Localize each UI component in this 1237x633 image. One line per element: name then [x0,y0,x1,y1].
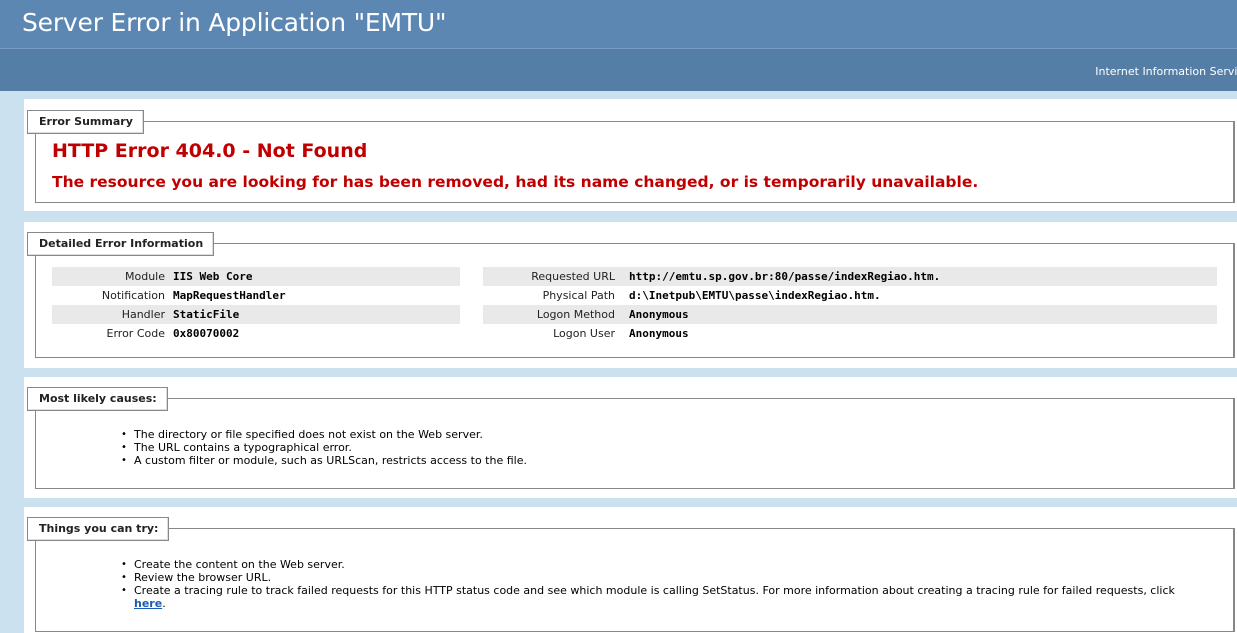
detail-key: Logon User [553,327,615,340]
detailed-error-legend: Detailed Error Information [27,232,215,256]
detail-key: Physical Path [542,289,615,302]
detail-row-handler: Handler StaticFile [52,305,460,324]
error-summary-legend: Error Summary [27,110,144,134]
detail-key: Module [125,270,165,283]
causes-list: The directory or file specified does not… [121,428,527,467]
detail-value: IIS Web Core [173,270,253,283]
list-item: Create the content on the Web server. [121,558,1175,571]
causes-panel: Most likely causes: The directory or fil… [24,377,1237,498]
list-item: Review the browser URL. [121,571,1175,584]
detail-row-module: Module IIS Web Core [52,267,460,286]
page-header: Server Error in Application "EMTU" [0,0,1237,48]
causes-legend: Most likely causes: [27,387,168,411]
detail-value: Anonymous [629,308,689,321]
detail-row-requested-url: Requested URL http://emtu.sp.gov.br:80/p… [483,267,1217,286]
detail-value: Anonymous [629,327,689,340]
detail-value: 0x80070002 [173,327,240,340]
detail-value: StaticFile [173,308,240,321]
try-panel: Things you can try: Create the content o… [24,507,1237,633]
detailed-error-panel: Detailed Error Information Module IIS We… [24,222,1237,368]
server-name: Internet Information Services 7.5 [1095,65,1237,78]
list-item: Create a tracing rule to track failed re… [121,584,1175,610]
detail-row-error-code: Error Code 0x80070002 [52,324,460,343]
list-item: The directory or file specified does not… [121,428,527,441]
try-list: Create the content on the Web server. Re… [121,558,1175,610]
page-title: Server Error in Application "EMTU" [22,8,447,37]
detail-value: MapRequestHandler [173,289,286,302]
detail-key: Handler [121,308,165,321]
detail-key: Requested URL [531,270,615,283]
error-message: The resource you are looking for has bee… [52,173,979,191]
detail-row-logon-user: Logon User Anonymous [483,324,1217,343]
detail-row-notification: Notification MapRequestHandler [52,286,460,305]
list-item: A custom filter or module, such as URLSc… [121,454,527,467]
link-suffix: . [162,597,166,610]
page-subheader: Internet Information Services 7.5 [0,48,1237,91]
try-legend: Things you can try: [27,517,170,541]
detail-value: d:\Inetpub\EMTU\passe\indexRegiao.htm. [629,289,881,302]
detail-value: http://emtu.sp.gov.br:80/passe/indexRegi… [629,270,941,283]
list-item: The URL contains a typographical error. [121,441,527,454]
detail-row-physical-path: Physical Path d:\Inetpub\EMTU\passe\inde… [483,286,1217,305]
error-title: HTTP Error 404.0 - Not Found [52,140,368,162]
error-summary-panel: Error Summary HTTP Error 404.0 - Not Fou… [24,99,1237,211]
detail-row-logon-method: Logon Method Anonymous [483,305,1217,324]
detail-key: Error Code [106,327,165,340]
here-link[interactable]: here [134,597,162,610]
detail-key: Logon Method [536,308,615,321]
detail-key: Notification [101,289,165,302]
list-item-text: Create a tracing rule to track failed re… [134,584,1175,597]
